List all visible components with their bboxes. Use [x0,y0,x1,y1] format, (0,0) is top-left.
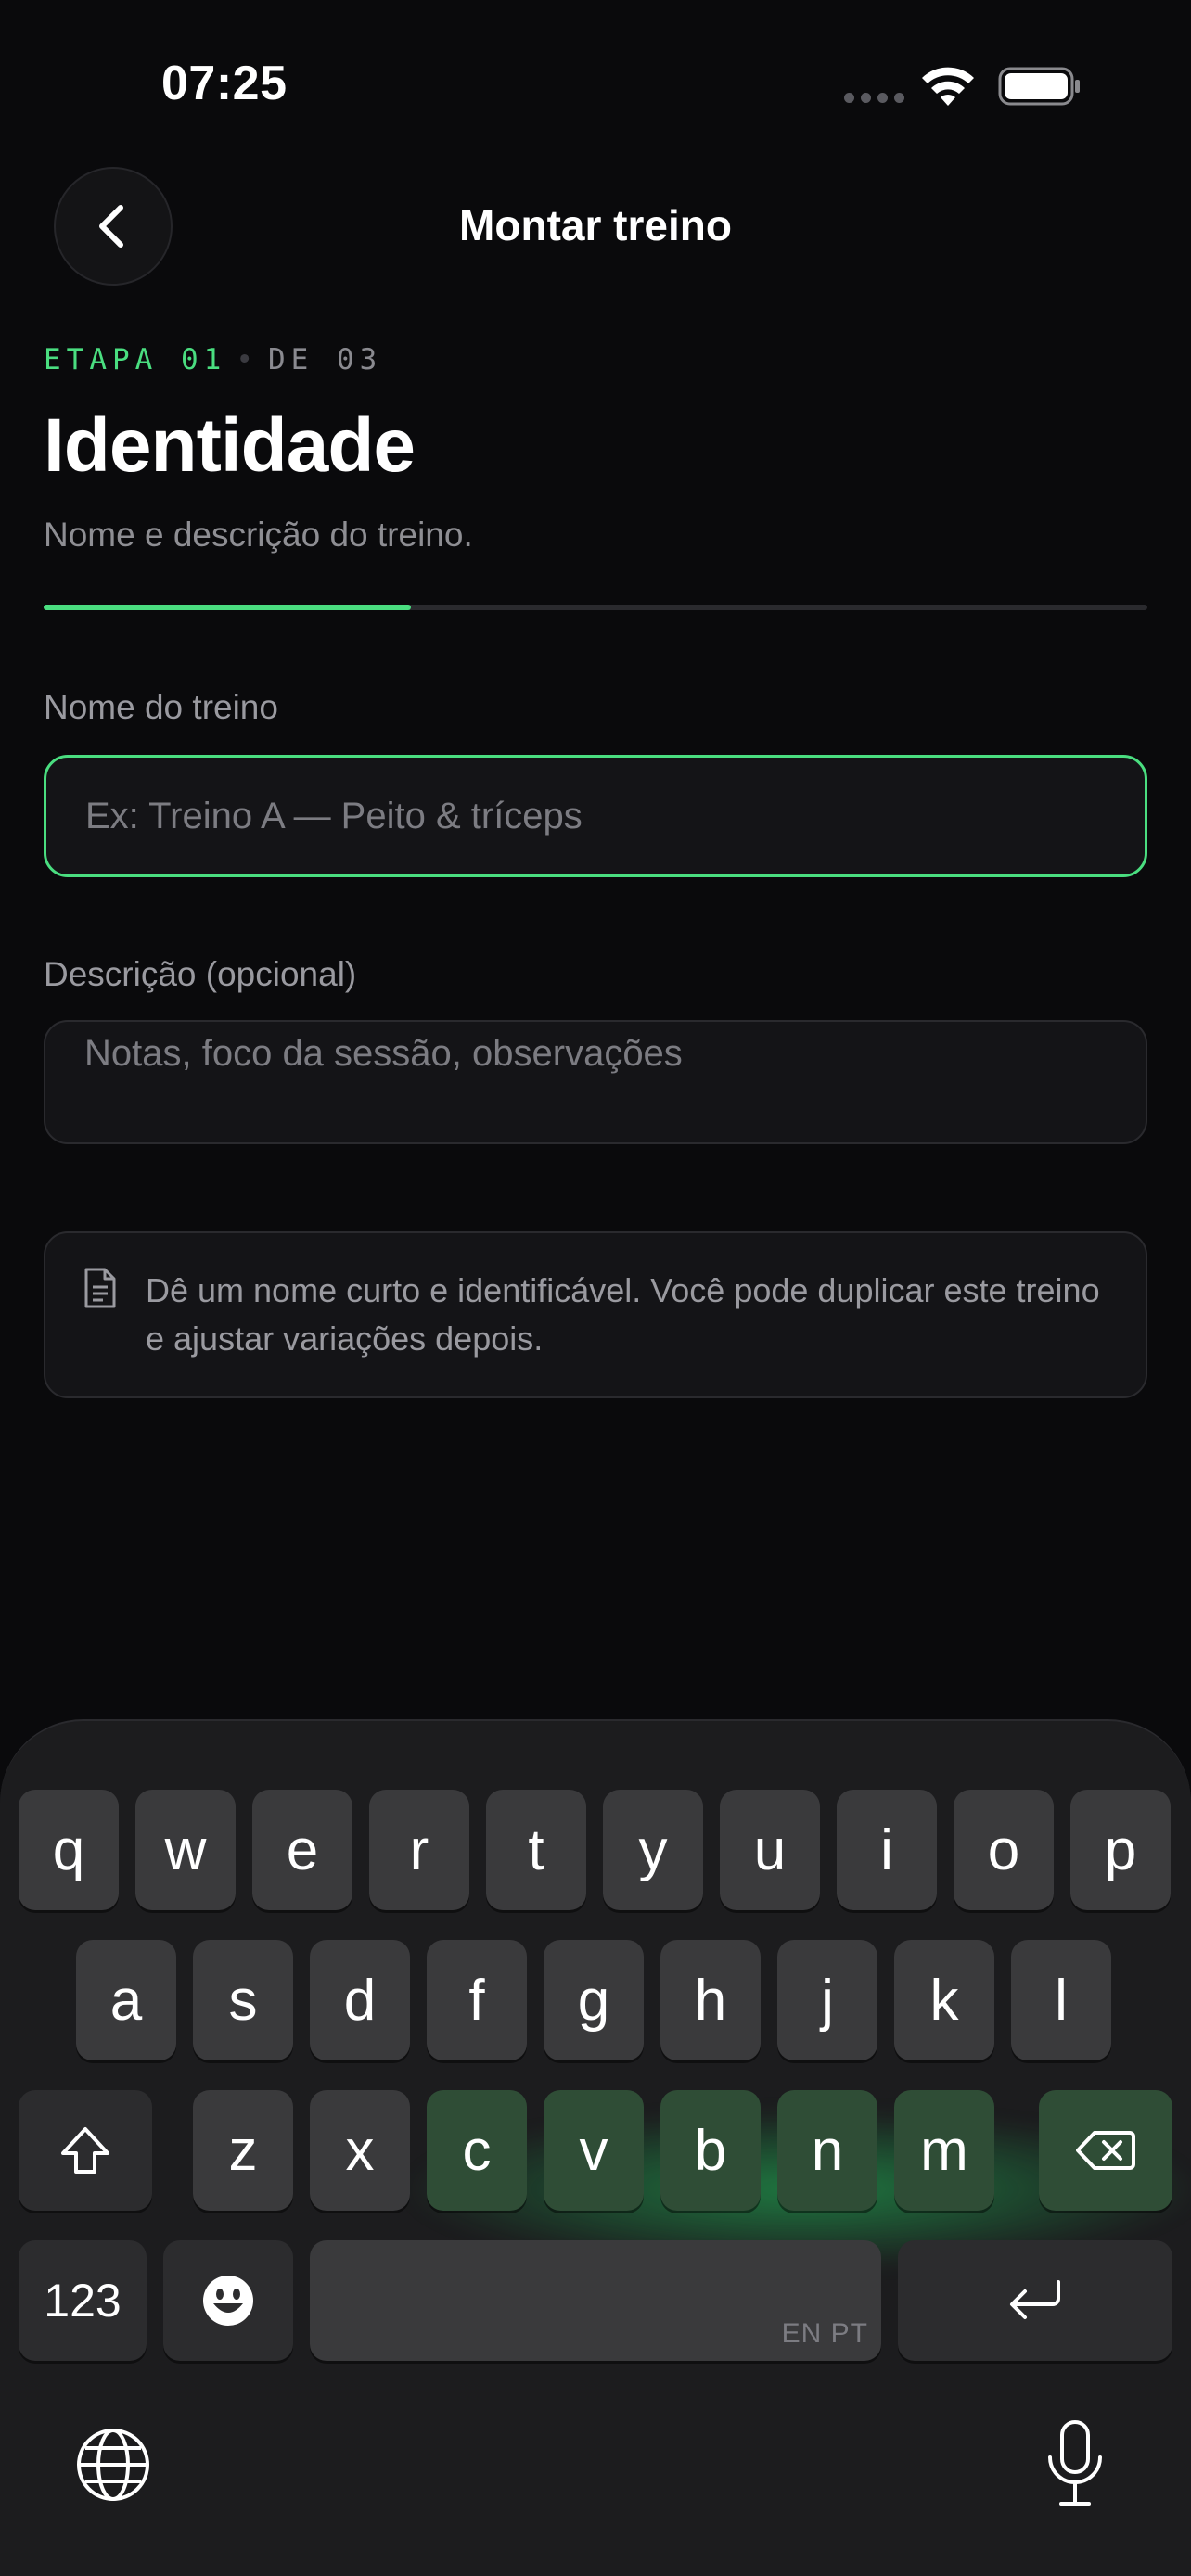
key-x[interactable]: x [310,2090,410,2211]
shift-key[interactable] [19,2090,152,2211]
key-i[interactable]: i [837,1790,937,1910]
emoji-key[interactable] [163,2240,293,2361]
workout-description-input[interactable] [44,1020,1147,1144]
status-time: 07:25 [161,57,288,110]
delete-key[interactable] [1039,2090,1172,2211]
shift-icon [61,2127,109,2174]
globe-button[interactable] [74,2426,152,2504]
key-m[interactable]: m [894,2090,994,2211]
key-t[interactable]: t [486,1790,586,1910]
backspace-icon [1076,2131,1135,2170]
emoji-icon [203,2276,253,2326]
step-indicator: ETAPA 01 • DE 03 [44,343,382,376]
key-y[interactable]: y [603,1790,703,1910]
key-q[interactable]: q [19,1790,119,1910]
key-g[interactable]: g [544,1940,644,2060]
microphone-icon [1048,2420,1102,2506]
key-f[interactable]: f [427,1940,527,2060]
step-progress-fill [44,605,412,610]
key-u[interactable]: u [720,1790,820,1910]
wifi-icon [922,67,974,106]
key-p[interactable]: p [1070,1790,1171,1910]
key-r[interactable]: r [369,1790,469,1910]
key-a[interactable]: a [76,1940,176,2060]
key-b[interactable]: b [660,2090,761,2211]
step-total: DE 03 [267,343,383,376]
numbers-key[interactable]: 123 [19,2240,147,2361]
keyboard-language-label: EN PT [781,2318,868,2349]
return-icon [1010,2280,1060,2319]
space-bar[interactable]: EN PT [310,2240,881,2361]
step-label: ETAPA 01 [44,343,227,376]
page-title: Montar treino [459,201,732,249]
dictation-button[interactable] [1044,2418,1106,2509]
key-w[interactable]: w [135,1790,236,1910]
document-icon [84,1268,116,1308]
step-separator: • [236,343,259,376]
key-z[interactable]: z [193,2090,293,2211]
description-field-label: Descrição (opcional) [44,955,357,993]
hint-card: Dê um nome curto e identificável. Você p… [44,1231,1147,1398]
key-e[interactable]: e [252,1790,352,1910]
key-o[interactable]: o [954,1790,1054,1910]
name-field-label: Nome do treino [44,688,278,726]
workout-name-input[interactable] [44,755,1147,877]
hint-text: Dê um nome curto e identificável. Você p… [146,1271,1100,1358]
key-d[interactable]: d [310,1940,410,2060]
on-screen-keyboard: q w e r t y u i o p a s d f g h j k l z … [0,1719,1191,2576]
step-title: Identidade [44,403,416,488]
key-h[interactable]: h [660,1940,761,2060]
battery-icon [998,67,1080,106]
step-subtitle: Nome e descrição do treino. [44,516,473,554]
return-key[interactable] [898,2240,1172,2361]
key-n[interactable]: n [777,2090,877,2211]
key-c[interactable]: c [427,2090,527,2211]
key-j[interactable]: j [777,1940,877,2060]
globe-icon [77,2429,149,2501]
key-l[interactable]: l [1011,1940,1111,2060]
cellular-signal-icon [844,93,907,104]
key-v[interactable]: v [544,2090,644,2211]
step-progress-bar [44,605,1147,610]
key-k[interactable]: k [894,1940,994,2060]
key-s[interactable]: s [193,1940,293,2060]
